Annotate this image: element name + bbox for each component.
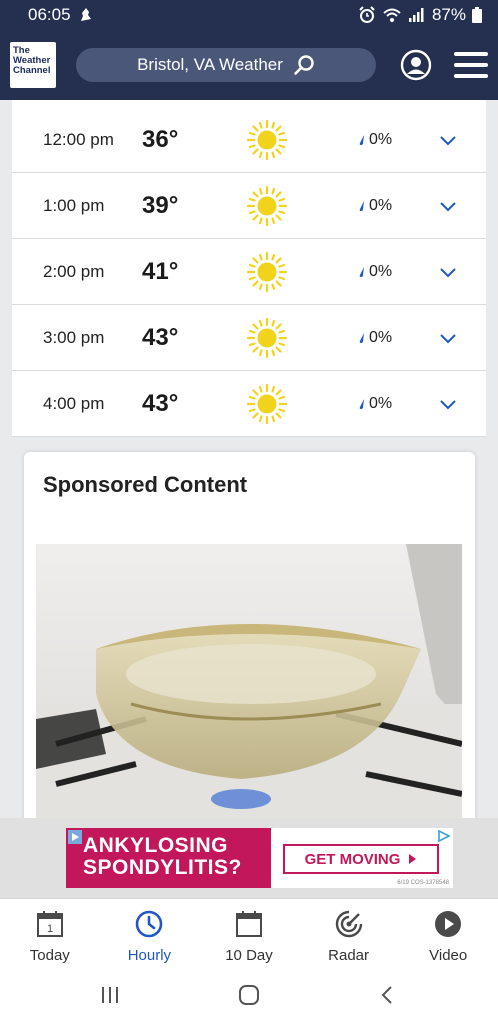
clock-icon [136, 910, 163, 938]
ad-headline-line1: ANKYLOSING [83, 834, 229, 857]
hour-time: 2:00 pm [43, 261, 105, 281]
account-icon[interactable] [400, 49, 432, 81]
status-time: 06:05 [28, 5, 71, 24]
precip-value: 0% [369, 196, 393, 214]
logo-line3: Channel [13, 65, 51, 76]
hour-time: 1:00 pm [43, 195, 105, 215]
chevron-down-icon[interactable] [438, 196, 458, 216]
hour-temperature: 43° [142, 389, 179, 417]
sun-icon [246, 119, 288, 160]
hourly-row[interactable]: 12:00 pm 36° 0% [12, 100, 486, 173]
hourly-forecast-list: 12:00 pm 36° 0% 1:00 pm 39° 0% 2:00 pm 4… [12, 100, 486, 437]
system-navigation-bar [0, 966, 498, 1023]
hour-temperature: 41° [142, 257, 179, 285]
nav-10-day[interactable]: 10 Day [199, 899, 299, 966]
adchoices-icon[interactable] [437, 830, 451, 842]
hourly-row[interactable]: 3:00 pm 43° 0% [12, 305, 486, 371]
sun-icon [246, 383, 288, 424]
calendar-icon [235, 911, 262, 937]
chevron-down-icon[interactable] [438, 130, 458, 150]
hourly-row[interactable]: 1:00 pm 39° 0% [12, 173, 486, 239]
radar-icon [335, 910, 362, 938]
hour-temperature: 39° [142, 191, 179, 219]
sun-icon [246, 185, 288, 226]
signal-icon [408, 8, 424, 22]
hour-temperature: 43° [142, 323, 179, 351]
nav-video[interactable]: Video [398, 899, 498, 966]
nav-label: Hourly [127, 947, 172, 964]
precip-value: 0% [369, 262, 393, 280]
ad-cta-button[interactable]: GET MOVING [283, 844, 439, 874]
precip-value: 0% [369, 130, 393, 148]
sponsored-content-card[interactable]: Sponsored Content [24, 452, 475, 832]
raindrop-icon [359, 266, 364, 277]
location-search[interactable]: Bristol, VA Weather [76, 48, 376, 82]
home-icon[interactable] [237, 984, 261, 1006]
chevron-down-icon[interactable] [438, 262, 458, 282]
notification-icon [80, 8, 91, 21]
app-header: The Weather Channel Bristol, VA Weather [0, 30, 498, 100]
sponsored-image[interactable] [36, 544, 462, 832]
battery-icon [472, 7, 482, 23]
precip-value: 0% [369, 328, 393, 346]
ad-banner-strip: ANKYLOSING SPONDYLITIS? GET MOVING 6/19 … [0, 818, 498, 898]
ad-headline-line2: SPONDYLITIS? [83, 856, 242, 879]
nav-radar[interactable]: Radar [299, 899, 399, 966]
nav-label: 10 Day [225, 947, 273, 964]
ad-headline: ANKYLOSING SPONDYLITIS? [66, 828, 271, 888]
hour-precip: 0% [359, 395, 392, 413]
alarm-icon [359, 6, 375, 23]
sun-icon [246, 317, 288, 358]
precip-value: 0% [369, 394, 393, 412]
caret-right-icon [409, 854, 417, 864]
ad-code: 6/19 COS-1378548 [397, 880, 449, 886]
hour-precip: 0% [359, 131, 392, 149]
nav-today[interactable]: 1 Today [0, 899, 100, 966]
calendar-day-icon: 1 [36, 911, 63, 937]
hourly-row[interactable]: 4:00 pm 43° 0% [12, 371, 486, 437]
back-icon[interactable] [376, 984, 400, 1006]
ad-cta-label: GET MOVING [304, 850, 401, 868]
ad-play-icon [68, 830, 82, 844]
hour-precip: 0% [359, 263, 392, 281]
hour-precip: 0% [359, 197, 392, 215]
nav-hourly[interactable]: Hourly [100, 899, 200, 966]
battery-percent: 87% [431, 5, 466, 24]
hour-time: 12:00 pm [43, 129, 114, 149]
hamburger-menu-icon[interactable] [454, 52, 488, 78]
chevron-down-icon[interactable] [438, 328, 458, 348]
nav-label: Radar [328, 947, 369, 964]
chevron-down-icon[interactable] [438, 394, 458, 414]
wifi-icon [383, 8, 401, 22]
hour-time: 4:00 pm [43, 393, 105, 413]
status-bar: 06:05 87% [0, 0, 498, 30]
weather-channel-logo[interactable]: The Weather Channel [10, 42, 56, 88]
hourly-row[interactable]: 2:00 pm 41° 0% [12, 239, 486, 305]
nav-label: Today [29, 947, 70, 964]
raindrop-icon [359, 398, 364, 409]
hour-temperature: 36° [142, 125, 179, 153]
bottom-navigation: 1 Today Hourly 10 Day Radar Video [0, 898, 498, 966]
recent-apps-icon[interactable] [98, 984, 122, 1006]
calendar-day-number: 1 [47, 923, 53, 935]
nav-label: Video [429, 947, 468, 964]
search-text: Bristol, VA Weather [137, 55, 283, 74]
sponsored-title: Sponsored Content [43, 472, 248, 497]
ad-banner[interactable]: ANKYLOSING SPONDYLITIS? GET MOVING 6/19 … [66, 828, 453, 888]
raindrop-icon [359, 332, 364, 343]
hour-time: 3:00 pm [43, 327, 105, 347]
play-icon [435, 911, 462, 937]
raindrop-icon [359, 200, 364, 211]
hour-precip: 0% [359, 329, 392, 347]
sun-icon [246, 251, 288, 292]
search-icon [294, 55, 314, 75]
raindrop-icon [359, 134, 364, 145]
